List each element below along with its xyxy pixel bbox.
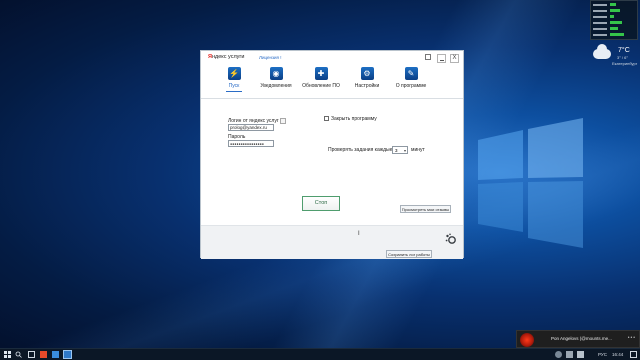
save-log-button[interactable]: Сохранить лог работы [386, 250, 432, 258]
notifications-icon[interactable] [630, 351, 637, 358]
language-indicator[interactable]: РУС [598, 352, 607, 357]
pin-icon[interactable] [425, 54, 431, 60]
system-monitor-widget [590, 0, 638, 40]
yandex-services-taskbar-icon[interactable] [63, 350, 72, 359]
help-icon[interactable] [280, 118, 286, 124]
tab-notifications[interactable]: ◉ Уведомления [253, 65, 299, 93]
close-button[interactable]: X [450, 54, 459, 63]
weather-city: Екатеринбург [612, 61, 638, 66]
check-interval-stepper[interactable]: 3 ▾ [392, 146, 408, 154]
weather-temperature: 7°C [618, 47, 630, 54]
tab-label: Пуск [228, 83, 240, 89]
puzzle-icon: ✚ [314, 67, 328, 80]
lightning-icon: ⚡ [227, 67, 241, 80]
text-cursor-icon: I [358, 231, 360, 237]
main-toolbar: ⚡ Пуск ◉ Уведомления ✚ Обновление ПО ⚙ Н… [201, 65, 463, 99]
start-panel: Логин от яндекс услуг prolog@yandex.ru П… [201, 99, 463, 225]
chevron-down-icon[interactable]: ▾ [404, 147, 406, 154]
app-icon-2[interactable] [52, 351, 59, 358]
tab-software-update[interactable]: ✚ Обновление ПО [298, 65, 344, 93]
weather-widget: 7°C 3° / 6° Екатеринбург [590, 44, 638, 68]
volume-icon[interactable] [577, 351, 584, 358]
close-program-checkbox[interactable] [324, 116, 329, 121]
windows-start-icon[interactable] [4, 351, 11, 358]
tab-settings[interactable]: ⚙ Настройки [344, 65, 390, 93]
close-program-label: Закрыть программу [331, 116, 377, 122]
tab-label: О программе [395, 83, 427, 89]
settings-icon: ⚙ [360, 67, 374, 80]
check-interval-label: Проверять задания каждые [328, 147, 393, 153]
tab-start[interactable]: ⚡ Пуск [211, 65, 257, 93]
info-icon: ✎ [404, 67, 418, 80]
license-link[interactable]: Лицензия ! [259, 55, 282, 60]
tab-label: Настройки [354, 83, 380, 89]
minutes-label: минут [411, 147, 425, 153]
title-bar: Яндекс услуги Лицензия ! X [201, 51, 463, 65]
password-field[interactable]: ●●●●●●●●●●●●●●●● [228, 140, 274, 147]
taskbar: РУС 16:44 [0, 348, 640, 360]
minimize-button[interactable] [437, 54, 446, 63]
tab-label: Обновление ПО [302, 83, 340, 89]
search-icon[interactable] [15, 351, 22, 358]
tray-icon[interactable] [555, 351, 562, 358]
clock[interactable]: 16:44 [612, 352, 623, 357]
check-interval-value: 3 [395, 148, 398, 153]
avatar [520, 333, 534, 347]
app-logo: Яндекс услуги [208, 54, 245, 60]
notification-title: Pon Angelovs (@mounts.me... [551, 336, 612, 341]
gear-logo-icon [445, 233, 456, 244]
window-footer: Сохранить лог работы [201, 225, 463, 259]
app-icon-1[interactable] [40, 351, 47, 358]
tab-about[interactable]: ✎ О программе [388, 65, 434, 93]
task-view-icon[interactable] [28, 351, 35, 358]
yandex-services-window: Яндекс услуги Лицензия ! X ⚡ Пуск ◉ Увед… [200, 50, 464, 259]
cloud-icon [593, 44, 611, 59]
more-icon[interactable]: ••• [628, 335, 636, 341]
tab-label: Уведомления [260, 83, 292, 89]
windows-logo [478, 118, 583, 248]
stop-button[interactable]: Стоп [302, 196, 340, 211]
login-field[interactable]: prolog@yandex.ru [228, 124, 274, 131]
eye-icon: ◉ [269, 67, 283, 80]
weather-range: 3° / 6° [617, 55, 628, 60]
view-reviews-button[interactable]: Просмотреть мои отзывы [400, 205, 451, 213]
media-notification[interactable]: Pon Angelovs (@mounts.me... ••• [516, 330, 640, 348]
network-icon[interactable] [566, 351, 573, 358]
